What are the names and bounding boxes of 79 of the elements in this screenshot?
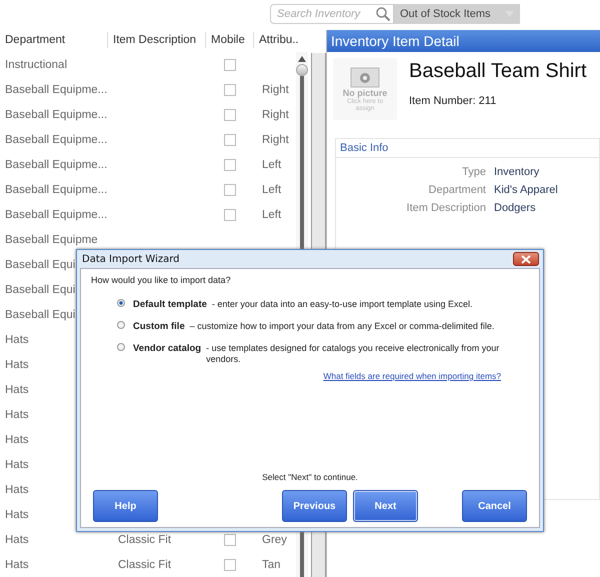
checkbox[interactable] (224, 84, 236, 96)
option-name: Custom file (133, 321, 185, 332)
field-value: Inventory (494, 166, 540, 178)
search-icon (375, 6, 391, 22)
table-cell: Right (262, 84, 289, 96)
column-header[interactable]: Item Description (108, 32, 206, 48)
table-cell: Baseball Equipme... (5, 158, 108, 170)
table-cell: Hats (5, 384, 29, 396)
question-text: How would you like to import data? (91, 275, 232, 285)
radio-button[interactable] (117, 343, 125, 351)
checkbox[interactable] (224, 534, 236, 546)
hint-text: Select "Next" to continue. (261, 472, 359, 482)
field-value: Dodgers (494, 202, 537, 214)
table-cell: Baseball Equipme... (5, 134, 108, 146)
search-field[interactable]: Search Inventory (270, 4, 394, 24)
checkbox[interactable] (224, 208, 236, 220)
table-cell: Instructional (5, 58, 68, 70)
cancel-button[interactable]: Cancel (462, 490, 527, 522)
table-cell: Left (262, 208, 282, 220)
panel-title: Inventory Item Detail (327, 30, 600, 52)
table-cell: Hats (5, 508, 29, 520)
column-header[interactable]: Mobile (206, 32, 254, 48)
table-cell: Hats (5, 408, 29, 420)
table-cell: Baseball Equipme... (5, 108, 108, 120)
radio-button[interactable] (117, 321, 125, 329)
table-cell: Tan (262, 558, 281, 570)
table-cell: Hats (5, 484, 29, 496)
option-name: Vendor catalog (133, 343, 202, 354)
table-cell: Hats (5, 558, 29, 570)
table-cell: Left (262, 158, 282, 170)
table-cell: Baseball Equi (5, 284, 76, 296)
nav-button[interactable]: Previous (282, 490, 347, 522)
table-cell: Classic Fit (118, 534, 172, 546)
checkbox[interactable] (224, 134, 236, 146)
table-cell: Hats (5, 334, 29, 346)
scroll-thumb[interactable] (296, 64, 308, 76)
radio-button[interactable] (117, 299, 125, 307)
field-label: Item Description (406, 202, 486, 214)
option-description: - use templates designed for catalogs you receive electronically from your vendors. (206, 343, 500, 365)
help-link[interactable]: What fields are required when importing items? (323, 371, 501, 381)
checkbox[interactable] (224, 158, 236, 170)
table-cell: Baseball Equipme (5, 234, 98, 246)
close-icon (521, 254, 531, 264)
table-cell: Grey (262, 534, 287, 546)
table-cell: Right (262, 108, 289, 120)
field-label: Type (461, 166, 486, 178)
table-cell: Baseball Equi (5, 258, 76, 270)
column-header[interactable]: Attribu.. (254, 32, 296, 48)
table-cell: Hats (5, 458, 29, 470)
nav-button[interactable]: Next (353, 490, 418, 522)
table-cell: Classic Fit (118, 558, 172, 570)
table-cell: Hats (5, 358, 29, 370)
option-description: - enter your data into an easy-to-use import template using Excel. (212, 299, 474, 310)
section-title: Basic Info (336, 139, 599, 158)
filter-dropdown[interactable]: Out of Stock Items (394, 4, 520, 24)
checkbox[interactable] (224, 558, 236, 570)
checkbox[interactable] (224, 58, 236, 70)
table-cell: Right (262, 134, 289, 146)
field-label: Department (428, 184, 486, 196)
checkbox[interactable] (224, 108, 236, 120)
help-button[interactable]: Help (93, 490, 158, 522)
item-name: Baseball Team Shirt (409, 60, 586, 83)
dialog-title: Data Import Wizard (82, 254, 180, 264)
table-cell: Baseball Equipme... (5, 184, 108, 196)
camera-icon (350, 66, 380, 88)
option-name: Default template (133, 299, 207, 310)
item-number: Item Number: 211 (409, 95, 498, 107)
table-cell: Hats (5, 534, 29, 546)
table-cell: Left (262, 184, 282, 196)
field-value: Kid's Apparel (494, 184, 559, 196)
table-cell: Baseball Equi (5, 308, 76, 320)
column-header[interactable]: Department (0, 32, 108, 48)
table-cell: Baseball Equipme... (5, 84, 108, 96)
option-description: – customize how to import your data from any Excel or comma-delimited file. (190, 321, 496, 332)
table-cell: Hats (5, 434, 29, 446)
up-arrow-icon[interactable] (298, 56, 306, 62)
table-cell: Baseball Equipme... (5, 208, 108, 220)
checkbox[interactable] (224, 184, 236, 196)
close-button[interactable] (513, 252, 539, 266)
